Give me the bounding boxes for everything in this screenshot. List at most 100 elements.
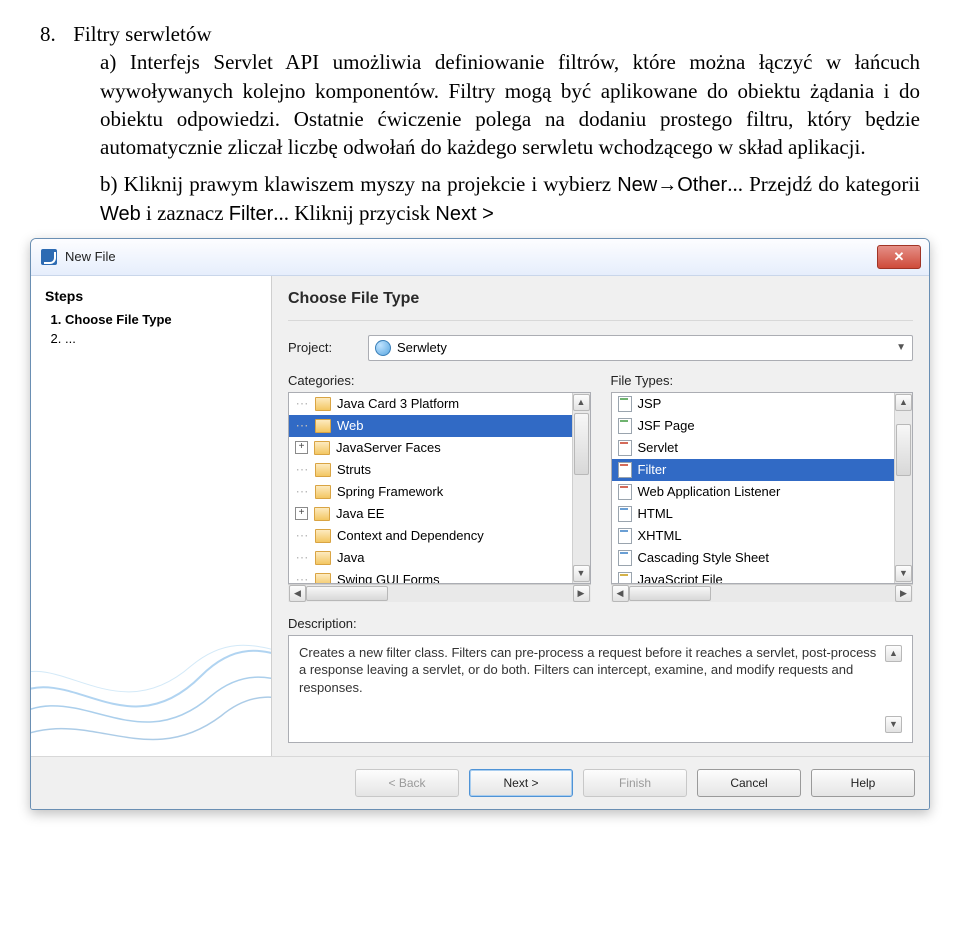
scroll-up-icon[interactable]: ▲ bbox=[573, 394, 590, 411]
horizontal-scrollbar[interactable]: ◀ ▶ bbox=[611, 584, 914, 602]
category-item[interactable]: + JavaServer Faces bbox=[289, 437, 572, 459]
wizard-content-pane: Choose File Type Project: Serwlety ▼ Cat… bbox=[272, 276, 929, 756]
folder-icon bbox=[315, 419, 331, 433]
filetype-item[interactable]: XHTML bbox=[612, 525, 895, 547]
category-item[interactable]: ⋯ Swing GUI Forms bbox=[289, 569, 572, 583]
tree-line: ⋯ bbox=[295, 572, 309, 583]
cancel-button[interactable]: Cancel bbox=[697, 769, 801, 797]
next-button[interactable]: Next > bbox=[469, 769, 573, 797]
folder-icon bbox=[315, 551, 331, 565]
tree-line: ⋯ bbox=[295, 462, 309, 478]
finish-button[interactable]: Finish bbox=[583, 769, 687, 797]
category-label: Java EE bbox=[336, 506, 384, 521]
filetype-label: HTML bbox=[638, 506, 673, 521]
filetype-item[interactable]: HTML bbox=[612, 503, 895, 525]
category-label: Spring Framework bbox=[337, 484, 443, 499]
folder-icon bbox=[314, 441, 330, 455]
scroll-thumb-h[interactable] bbox=[306, 586, 388, 601]
category-item[interactable]: ⋯ Java bbox=[289, 547, 572, 569]
categories-label: Categories: bbox=[288, 373, 591, 388]
scroll-thumb-h[interactable] bbox=[629, 586, 711, 601]
category-item[interactable]: ⋯ Struts bbox=[289, 459, 572, 481]
help-button[interactable]: Help bbox=[811, 769, 915, 797]
vertical-scrollbar[interactable]: ▲ ▼ bbox=[572, 393, 590, 583]
vertical-scrollbar[interactable]: ▲ ▼ bbox=[894, 393, 912, 583]
category-item[interactable]: ⋯ Web bbox=[289, 415, 572, 437]
filetype-label: XHTML bbox=[638, 528, 682, 543]
file-icon bbox=[618, 572, 632, 583]
step-2: ... bbox=[65, 329, 257, 348]
filetype-label: JSP bbox=[638, 396, 662, 411]
scroll-down-icon[interactable]: ▼ bbox=[573, 565, 590, 582]
close-icon: ✕ bbox=[894, 249, 905, 265]
scroll-down-icon[interactable]: ▼ bbox=[895, 565, 912, 582]
expand-icon[interactable]: + bbox=[295, 441, 308, 454]
filetype-label: Cascading Style Sheet bbox=[638, 550, 770, 565]
filetype-item[interactable]: JSF Page bbox=[612, 415, 895, 437]
filetype-item[interactable]: Servlet bbox=[612, 437, 895, 459]
folder-icon bbox=[315, 463, 331, 477]
category-item[interactable]: ⋯ Java Card 3 Platform bbox=[289, 393, 572, 415]
scroll-down-icon[interactable]: ▼ bbox=[885, 716, 902, 733]
titlebar[interactable]: New File ✕ bbox=[31, 239, 929, 276]
app-icon bbox=[41, 249, 57, 265]
filetype-item[interactable]: Filter bbox=[612, 459, 895, 481]
category-label: Context and Dependency bbox=[337, 528, 484, 543]
filetypes-label: File Types: bbox=[611, 373, 914, 388]
item-a-text: Interfejs Servlet API umożliwia definiow… bbox=[100, 50, 920, 159]
category-item[interactable]: ⋯ Context and Dependency bbox=[289, 525, 572, 547]
item-b-label: b) bbox=[100, 172, 118, 196]
filetype-item[interactable]: JSP bbox=[612, 393, 895, 415]
tree-line: ⋯ bbox=[295, 550, 309, 566]
back-button[interactable]: < Back bbox=[355, 769, 459, 797]
category-label: Web bbox=[337, 418, 364, 433]
filetypes-listbox[interactable]: JSP JSF Page Servlet Filter Web Applicat… bbox=[611, 392, 914, 584]
decorative-wave bbox=[31, 566, 272, 756]
description-text: Creates a new filter class. Filters can … bbox=[299, 644, 885, 734]
category-item[interactable]: + Java EE bbox=[289, 503, 572, 525]
scroll-right-icon[interactable]: ▶ bbox=[895, 585, 912, 602]
file-icon bbox=[618, 506, 632, 522]
categories-listbox[interactable]: ⋯ Java Card 3 Platform⋯ Web+ JavaServer … bbox=[288, 392, 591, 584]
filetype-label: JSF Page bbox=[638, 418, 695, 433]
tree-line: ⋯ bbox=[295, 396, 309, 412]
wizard-steps-pane: Steps Choose File Type ... bbox=[31, 276, 272, 756]
scroll-up-icon[interactable]: ▲ bbox=[895, 394, 912, 411]
scroll-left-icon[interactable]: ◀ bbox=[612, 585, 629, 602]
expand-icon[interactable]: + bbox=[295, 507, 308, 520]
filetype-item[interactable]: Web Application Listener bbox=[612, 481, 895, 503]
tree-line: ⋯ bbox=[295, 418, 309, 434]
scroll-up-icon[interactable]: ▲ bbox=[885, 645, 902, 662]
category-label: Struts bbox=[337, 462, 371, 477]
scroll-thumb[interactable] bbox=[896, 424, 911, 476]
scroll-left-icon[interactable]: ◀ bbox=[289, 585, 306, 602]
tree-line: ⋯ bbox=[295, 484, 309, 500]
item-b-text-3: i zaznacz bbox=[141, 201, 229, 225]
dialog-title: New File bbox=[65, 249, 116, 264]
file-icon bbox=[618, 550, 632, 566]
close-button[interactable]: ✕ bbox=[877, 245, 921, 269]
category-item[interactable]: ⋯ Spring Framework bbox=[289, 481, 572, 503]
description-label: Description: bbox=[288, 616, 913, 631]
vertical-scrollbar[interactable]: ▲ ▼ bbox=[885, 644, 902, 734]
document-text: 8. Filtry serwletów a) Interfejs Servlet… bbox=[0, 0, 960, 238]
item-b-text-1: Kliknij prawym klawiszem myszy na projek… bbox=[124, 172, 618, 196]
project-combo[interactable]: Serwlety ▼ bbox=[368, 335, 913, 361]
filetype-label: Web Application Listener bbox=[638, 484, 781, 499]
filetype-item[interactable]: Cascading Style Sheet bbox=[612, 547, 895, 569]
file-icon bbox=[618, 528, 632, 544]
scroll-right-icon[interactable]: ▶ bbox=[573, 585, 590, 602]
file-icon bbox=[618, 418, 632, 434]
ui-next: Next > bbox=[435, 203, 493, 225]
project-label: Project: bbox=[288, 340, 360, 355]
filetype-label: Servlet bbox=[638, 440, 678, 455]
filetype-label: Filter bbox=[638, 462, 667, 477]
scroll-thumb[interactable] bbox=[574, 413, 589, 475]
horizontal-scrollbar[interactable]: ◀ ▶ bbox=[288, 584, 591, 602]
steps-heading: Steps bbox=[31, 276, 271, 310]
chevron-down-icon: ▼ bbox=[896, 342, 906, 353]
description-box: Creates a new filter class. Filters can … bbox=[288, 635, 913, 743]
filetype-item[interactable]: JavaScript File bbox=[612, 569, 895, 583]
new-file-dialog: New File ✕ Steps Choose File Type ... bbox=[30, 238, 930, 810]
filetype-label: JavaScript File bbox=[638, 572, 723, 583]
